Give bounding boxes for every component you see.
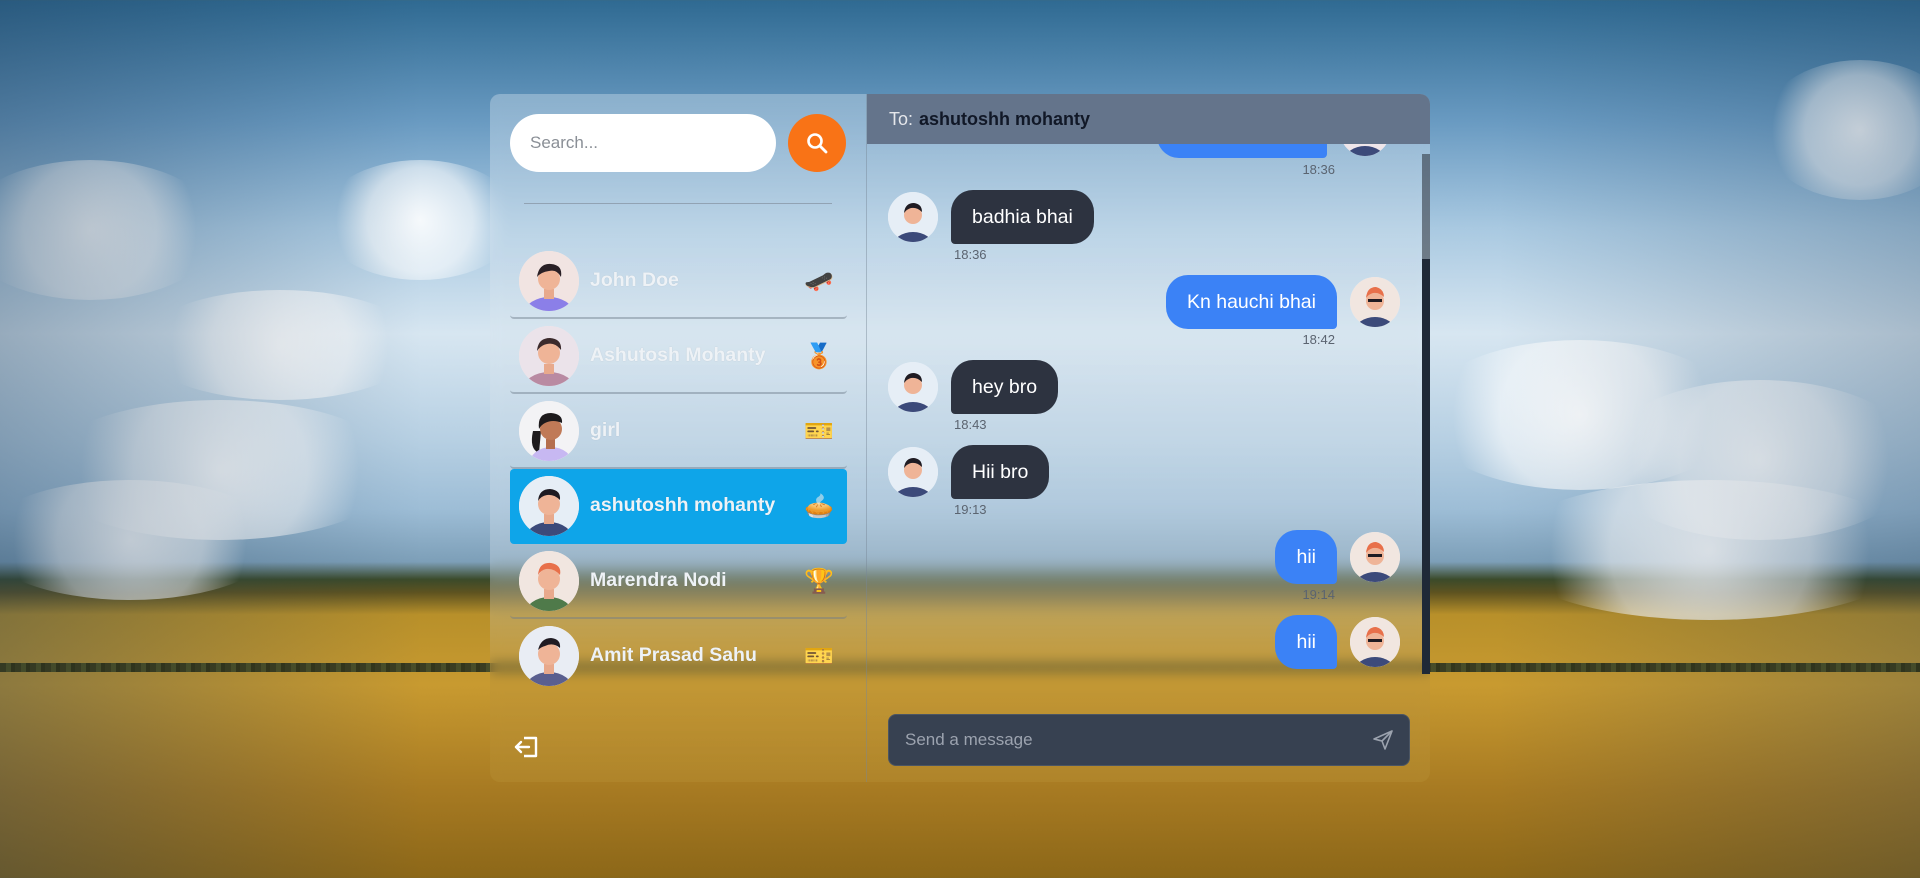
avatar: [1350, 617, 1400, 667]
avatar: [888, 447, 938, 497]
search-button[interactable]: [788, 114, 846, 172]
avatar: [519, 550, 579, 611]
message-list[interactable]: 18:36 badhia bhai 18:36 Kn hauchi bhai 1…: [867, 144, 1430, 714]
avatar: [519, 400, 579, 461]
message-incoming: Hii bro: [888, 445, 1050, 499]
trophy-icon: 🏆: [804, 566, 834, 595]
scrollbar-thumb[interactable]: [1422, 259, 1430, 674]
message-incoming: hey bro: [888, 360, 1059, 414]
search-bar: [510, 114, 846, 172]
message-bubble: badhia bhai: [951, 190, 1094, 244]
search-input[interactable]: [510, 114, 776, 172]
chat-panel: To: ashutoshh mohanty 18:36 badhia bhai …: [867, 94, 1430, 782]
avatar: [519, 475, 579, 536]
avatar: [519, 625, 579, 686]
contact-name: girl: [590, 419, 621, 441]
message-bubble: hii: [1275, 615, 1337, 669]
message-time: 18:36: [954, 247, 987, 262]
message-bubble: hii: [1275, 530, 1337, 584]
message-outgoing: hii: [1275, 615, 1400, 669]
contact-item-ashutoshh-mohanty[interactable]: ashutoshh mohanty 🥧: [510, 469, 847, 544]
contact-item-amit-prasad-sahu[interactable]: Amit Prasad Sahu 🎫: [510, 619, 847, 694]
message-input[interactable]: [903, 729, 1371, 751]
search-icon: [807, 133, 828, 154]
to-label: To:: [889, 108, 914, 129]
message-bubble: Hii bro: [951, 445, 1050, 499]
skateboard-icon: 🛹: [804, 266, 834, 295]
message-bubble: hey bro: [951, 360, 1059, 414]
avatar: [519, 250, 579, 311]
message-time: 18:43: [954, 417, 987, 432]
contact-list: John Doe 🛹 Ashutosh Mohanty 🥉 girl 🎫 ash…: [510, 244, 847, 694]
message-incoming: badhia bhai: [888, 190, 1094, 244]
sidebar-divider: [524, 203, 832, 204]
recipient-name: ashutoshh mohanty: [919, 108, 1091, 129]
ticket-icon: 🎫: [804, 416, 834, 445]
message-bubble: [1157, 144, 1327, 158]
avatar: [1350, 277, 1400, 327]
avatar: [1350, 532, 1400, 582]
contact-name: John Doe: [590, 269, 679, 291]
message-outgoing: hii: [1275, 530, 1400, 584]
avatar: [1340, 144, 1390, 156]
message-bubble: Kn hauchi bhai: [1165, 275, 1337, 329]
message-time: 18:36: [1302, 162, 1335, 177]
contact-item-marendra-nodi[interactable]: Marendra Nodi 🏆: [510, 544, 847, 619]
avatar: [519, 325, 579, 386]
contact-name: Amit Prasad Sahu: [590, 644, 757, 666]
message-outgoing: Kn hauchi bhai: [1165, 275, 1400, 329]
contact-item-john-doe[interactable]: John Doe 🛹: [510, 244, 847, 319]
message-outgoing: [1157, 144, 1390, 158]
contact-name: ashutoshh mohanty: [590, 494, 776, 516]
chat-app-window: John Doe 🛹 Ashutosh Mohanty 🥉 girl 🎫: [490, 94, 1430, 782]
message-time: 19:13: [954, 502, 987, 517]
chat-header: To: ashutoshh mohanty: [867, 94, 1430, 144]
pie-icon: 🥧: [804, 491, 834, 520]
sidebar: John Doe 🛹 Ashutosh Mohanty 🥉 girl 🎫: [490, 94, 867, 782]
message-time: 18:42: [1302, 332, 1335, 347]
contact-name: Ashutosh Mohanty: [590, 344, 766, 366]
contact-item-ashutosh-mohanty[interactable]: Ashutosh Mohanty 🥉: [510, 319, 847, 394]
logout-icon[interactable]: [512, 732, 542, 762]
ticket-icon: 🎫: [804, 641, 834, 670]
contact-item-girl[interactable]: girl 🎫: [510, 394, 847, 469]
avatar: [888, 362, 938, 412]
message-composer: [888, 714, 1410, 766]
contact-name: Marendra Nodi: [590, 569, 727, 591]
message-time: 19:14: [1302, 587, 1335, 602]
bronze-medal-icon: 🥉: [804, 341, 834, 370]
send-icon[interactable]: [1371, 728, 1395, 752]
avatar: [888, 192, 938, 242]
